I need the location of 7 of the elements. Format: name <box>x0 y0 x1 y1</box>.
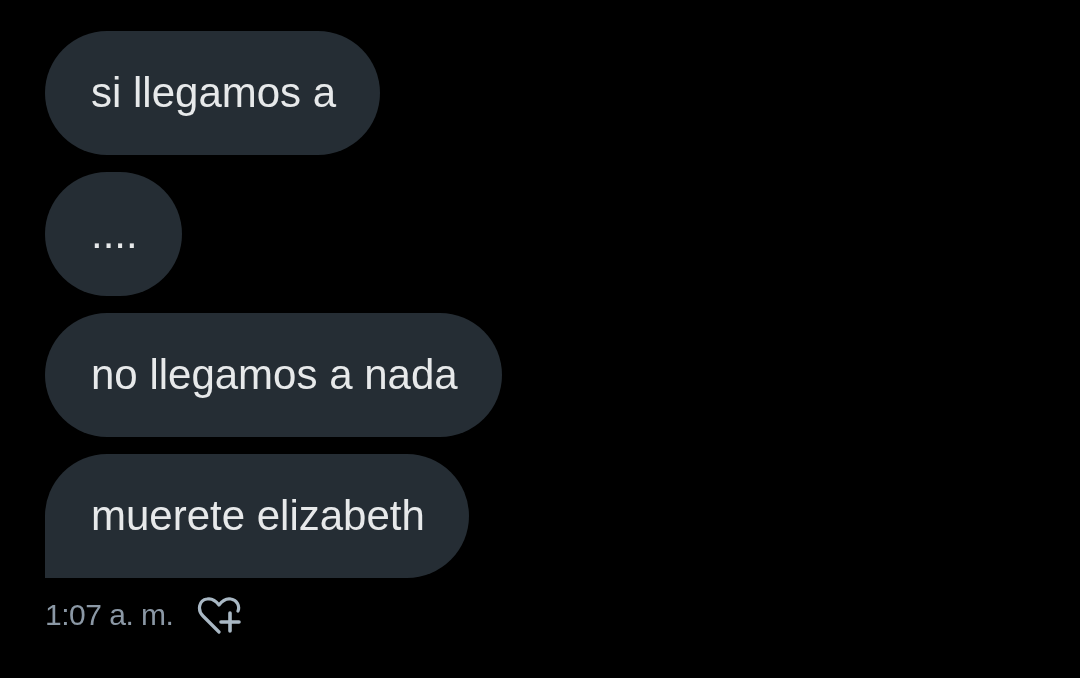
message-bubble: no llegamos a nada <box>45 313 502 437</box>
message-bubble: si llegamos a <box>45 31 381 155</box>
message-bubble: muerete elizabeth <box>45 454 469 578</box>
message-time: 1:07 a. m. <box>45 598 174 632</box>
add-reaction-button[interactable] <box>197 596 242 634</box>
message-bubble: .... <box>45 172 182 296</box>
heart-plus-icon <box>197 596 242 634</box>
